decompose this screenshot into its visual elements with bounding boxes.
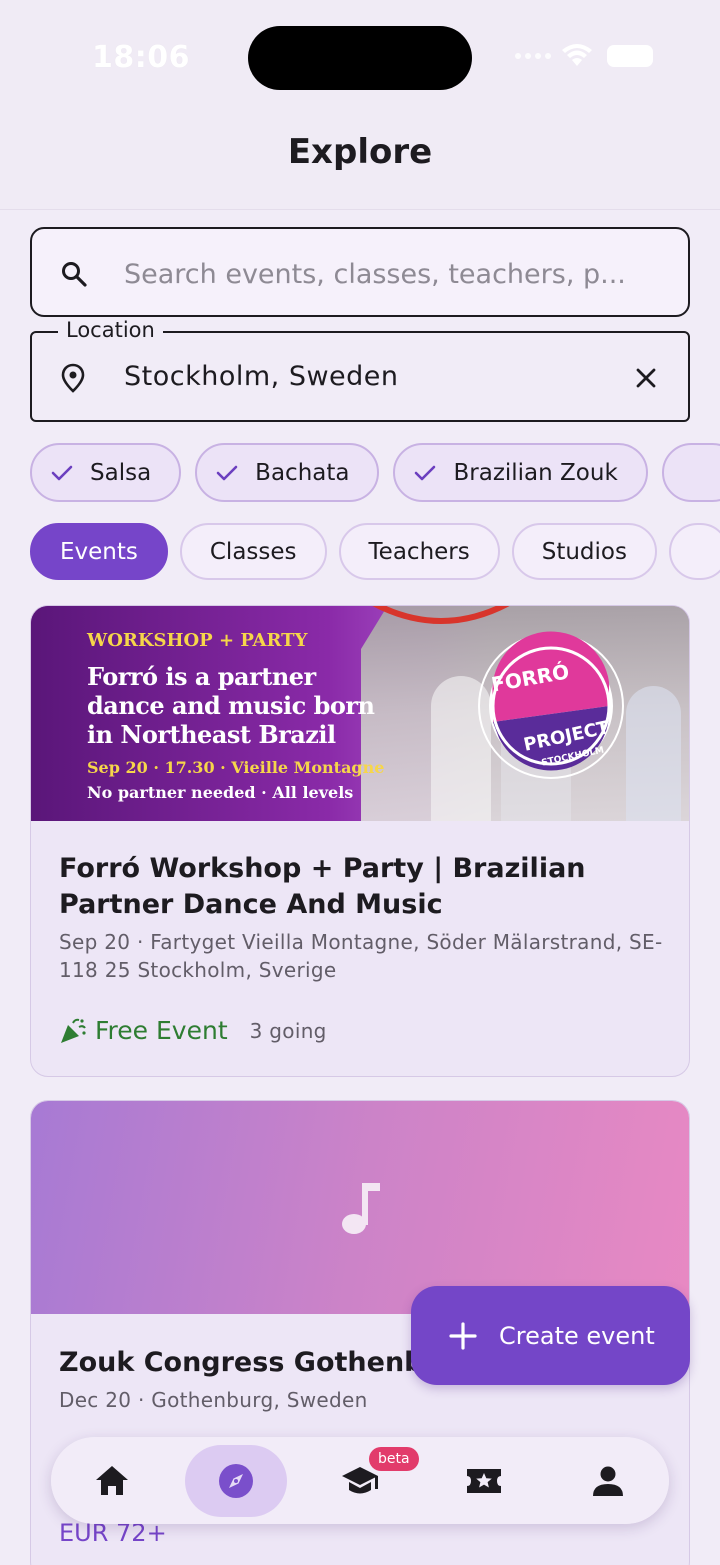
chip-bachata[interactable]: Bachata bbox=[195, 443, 380, 502]
location-field[interactable]: Location Stockholm, Sweden bbox=[30, 318, 690, 422]
status-icons bbox=[515, 44, 653, 68]
event-title: Forró Workshop + Party | Brazilian Partn… bbox=[59, 853, 586, 920]
dance-style-chips: Salsa Bachata Brazilian Zouk bbox=[30, 443, 720, 503]
event-banner-image: WORKSHOP + PARTY Forró is a partner danc… bbox=[31, 606, 689, 821]
home-icon bbox=[96, 1466, 128, 1495]
check-icon bbox=[51, 465, 73, 480]
event-price: Free Event bbox=[95, 1016, 228, 1045]
nav-explore[interactable] bbox=[185, 1445, 287, 1517]
party-popper-icon bbox=[61, 1018, 86, 1043]
banner-tag: WORKSHOP + PARTY bbox=[87, 630, 308, 651]
compass-icon bbox=[219, 1464, 253, 1498]
beta-badge: beta bbox=[369, 1447, 419, 1471]
wifi-icon bbox=[562, 44, 592, 66]
clear-location-icon[interactable] bbox=[634, 366, 658, 390]
event-card[interactable]: WORKSHOP + PARTY Forró is a partner danc… bbox=[30, 605, 690, 1077]
search-input[interactable] bbox=[124, 251, 664, 297]
check-icon bbox=[415, 465, 436, 480]
tab-more[interactable] bbox=[668, 523, 720, 580]
tab-events[interactable]: Events bbox=[30, 523, 168, 580]
location-label: Location bbox=[58, 318, 163, 342]
music-note-icon bbox=[342, 1183, 380, 1234]
check-icon bbox=[216, 465, 238, 480]
banner-line-2: dance and music born bbox=[87, 691, 375, 720]
status-time: 18:06 bbox=[92, 40, 190, 75]
search-field[interactable] bbox=[30, 227, 690, 317]
chip-brazilian-zouk[interactable]: Brazilian Zouk bbox=[393, 443, 648, 502]
forro-project-logo: FORRÓ PROJECT STOCKHOLM bbox=[471, 626, 631, 786]
profile-icon bbox=[593, 1466, 623, 1496]
banner-foot: No partner needed · All levels bbox=[87, 783, 354, 802]
bottom-nav: beta bbox=[51, 1437, 669, 1524]
event-subtitle: Sep 20 · Fartyget Vieilla Montagne, Söde… bbox=[59, 930, 663, 982]
chip-label: Salsa bbox=[90, 459, 152, 486]
status-bar: 18:06 bbox=[0, 0, 720, 110]
nav-home[interactable] bbox=[61, 1445, 163, 1517]
chip-salsa[interactable]: Salsa bbox=[30, 443, 182, 502]
location-pin-icon bbox=[61, 363, 85, 393]
create-event-label: Create event bbox=[499, 1321, 655, 1350]
location-value: Stockholm, Sweden bbox=[124, 361, 399, 392]
banner-line-3: in Northeast Brazil bbox=[87, 720, 336, 749]
category-tabs: Events Classes Teachers Studios bbox=[30, 523, 720, 581]
chip-more[interactable] bbox=[661, 443, 720, 502]
event-placeholder-image bbox=[31, 1101, 689, 1314]
banner-date: Sep 20 · 17.30 · Vieille Montagne bbox=[87, 758, 385, 777]
chip-label: Bachata bbox=[255, 459, 350, 486]
event-meta: Free Event 3 going bbox=[59, 1016, 327, 1045]
create-event-button[interactable]: Create event bbox=[411, 1286, 690, 1385]
tab-teachers[interactable]: Teachers bbox=[338, 523, 500, 580]
tab-studios[interactable]: Studios bbox=[511, 523, 657, 580]
nav-tickets[interactable] bbox=[433, 1445, 535, 1517]
signal-icon bbox=[515, 53, 551, 59]
battery-icon bbox=[607, 45, 653, 67]
event-subtitle: Dec 20 · Gothenburg, Sweden bbox=[59, 1388, 368, 1412]
plus-icon bbox=[449, 1321, 477, 1350]
event-going-count: 3 going bbox=[249, 1018, 327, 1043]
tab-classes[interactable]: Classes bbox=[179, 523, 327, 580]
page-title: Explore bbox=[287, 132, 433, 172]
search-icon bbox=[62, 262, 87, 287]
nav-profile[interactable] bbox=[557, 1445, 659, 1517]
dynamic-island bbox=[248, 26, 472, 90]
ticket-star-icon bbox=[467, 1469, 501, 1493]
chip-label: Brazilian Zouk bbox=[453, 459, 618, 486]
banner-line-1: Forró is a partner bbox=[87, 662, 316, 691]
